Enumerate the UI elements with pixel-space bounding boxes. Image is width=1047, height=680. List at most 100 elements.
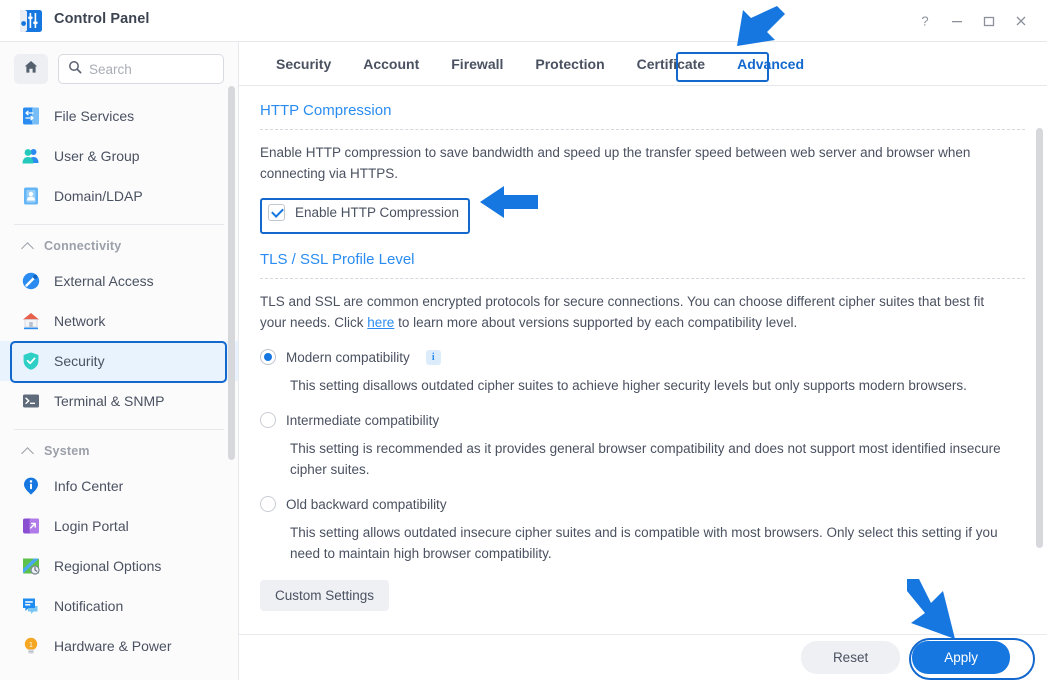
learn-more-link[interactable]: here [367,315,394,330]
radio-button-modern[interactable] [260,349,276,365]
http-compression-title: HTTP Compression [260,102,392,119]
sidebar-item-terminal-snmp[interactable]: Terminal & SNMP [0,381,238,421]
sidebar-item-network[interactable]: Network [0,301,238,341]
info-tooltip-icon[interactable]: i [425,349,441,365]
search-placeholder: Search [89,61,132,77]
radio-label-old-backward: Old backward compatibility [286,496,447,512]
sidebar-item-label: Domain/LDAP [54,188,143,204]
regional-options-icon [20,555,42,577]
notification-icon [20,595,42,617]
tls-ssl-title: TLS / SSL Profile Level [260,251,415,268]
tab-label: Security [276,55,332,72]
home-button[interactable] [14,54,48,84]
reset-button[interactable]: Reset [800,641,901,674]
radio-description-modern: This setting disallows outdated cipher s… [290,378,967,393]
radio-button-intermediate[interactable] [260,412,276,428]
enable-http-compression-label: Enable HTTP Compression [295,205,460,220]
svg-text:?: ? [921,14,928,29]
control-panel-icon [18,8,44,34]
tab-advanced[interactable]: Advanced [721,42,820,86]
tab-label: Firewall [451,55,504,72]
search-input[interactable]: Search [58,54,224,84]
sidebar-item-security[interactable]: Security [0,341,238,381]
sidebar-item-hardware-power[interactable]: 1 Hardware & Power [0,626,238,666]
sidebar-search-row: Search [0,42,238,94]
sidebar-item-label: User & Group [54,148,140,164]
tab-label: Advanced [737,55,805,72]
sidebar-item-label: Terminal & SNMP [54,393,165,409]
section-divider [260,278,1025,279]
sidebar-group-system[interactable]: System [0,436,238,466]
enable-http-compression-checkbox[interactable] [268,204,285,221]
sidebar-item-label: Notification [54,598,124,614]
sidebar-item-notification[interactable]: Notification [0,586,238,626]
radio-button-old-backward[interactable] [260,496,276,512]
user-group-icon [20,145,42,167]
tab-firewall[interactable]: Firewall [435,42,519,86]
tab-protection[interactable]: Protection [519,42,620,86]
radio-label-intermediate: Intermediate compatibility [286,412,440,428]
sidebar-item-label: Hardware & Power [54,638,172,654]
radio-intermediate-compatibility[interactable]: Intermediate compatibility [260,412,1025,428]
tab-label: Protection [535,55,605,72]
sidebar-item-label: Regional Options [54,558,162,574]
window-controls: ? [909,0,1037,42]
tls-ssl-description: TLS and SSL are common encrypted protoco… [260,291,1010,333]
tab-label: Account [363,55,420,72]
custom-settings-button[interactable]: Custom Settings [260,580,390,611]
section-divider [260,129,1025,130]
settings-panel: HTTP Compression Enable HTTP compression… [239,86,1047,680]
sidebar-item-user-group[interactable]: User & Group [0,136,238,176]
sidebar-divider [14,224,224,225]
radio-modern-compatibility[interactable]: Modern compatibility i [260,349,1025,365]
tab-label: Certificate [636,55,706,72]
apply-button-wrap: Apply [909,638,1036,680]
sidebar-item-label: External Access [54,273,154,289]
sidebar-item-label: File Services [54,108,135,124]
sidebar-item-label: Login Portal [54,518,129,534]
sidebar-nav: File Services User & Group Domain/LDAP C… [0,94,238,666]
domain-ldap-icon [20,185,42,207]
sidebar-item-login-portal[interactable]: Login Portal [0,506,238,546]
window-title: Control Panel [54,11,150,27]
sidebar-item-label: Network [54,313,106,329]
external-access-icon [20,270,42,292]
help-icon[interactable]: ? [909,5,941,37]
radio-old-backward-compatibility[interactable]: Old backward compatibility [260,496,1025,512]
enable-http-compression-row[interactable]: Enable HTTP Compression [260,198,470,234]
tab-bar: Security Account Firewall Protection Cer… [239,42,1047,86]
sidebar-item-label: Info Center [54,478,124,494]
close-icon[interactable] [1005,5,1037,37]
search-icon [68,60,82,79]
tab-account[interactable]: Account [347,42,435,86]
radio-description-old-backward: This setting allows outdated insecure ci… [290,525,998,561]
tab-certificate[interactable]: Certificate [621,42,721,86]
maximize-icon[interactable] [973,5,1005,37]
panel-scrollbar[interactable] [1036,128,1043,548]
sidebar-group-connectivity[interactable]: Connectivity [0,231,238,261]
svg-text:1: 1 [29,642,33,649]
http-compression-description: Enable HTTP compression to save bandwidt… [260,145,971,181]
minimize-icon[interactable] [941,5,973,37]
sidebar-group-label: System [44,444,90,458]
title-bar: Control Panel ? [0,0,1047,42]
tab-security[interactable]: Security [260,42,347,86]
file-services-icon [20,105,42,127]
sidebar-item-regional-options[interactable]: Regional Options [0,546,238,586]
sidebar-item-external-access[interactable]: External Access [0,261,238,301]
radio-label-modern: Modern compatibility [286,349,410,365]
sidebar-scrollbar[interactable] [228,86,235,460]
chevron-up-icon [22,240,34,252]
sidebar-item-file-services[interactable]: File Services [0,96,238,136]
sidebar-item-info-center[interactable]: Info Center [0,466,238,506]
content-area: Security Account Firewall Protection Cer… [239,42,1047,680]
footer-bar: Reset Apply [239,634,1047,680]
control-panel-window: Control Panel ? Search File Services Use… [0,0,1047,680]
login-portal-icon [20,515,42,537]
tls-desc-part2: to learn more about versions supported b… [394,315,798,330]
checkmark-icon [271,205,284,218]
sidebar-item-domain-ldap[interactable]: Domain/LDAP [0,176,238,216]
sidebar-item-label: Security [54,353,105,369]
apply-button[interactable]: Apply [912,641,1010,674]
sidebar-divider [14,429,224,430]
